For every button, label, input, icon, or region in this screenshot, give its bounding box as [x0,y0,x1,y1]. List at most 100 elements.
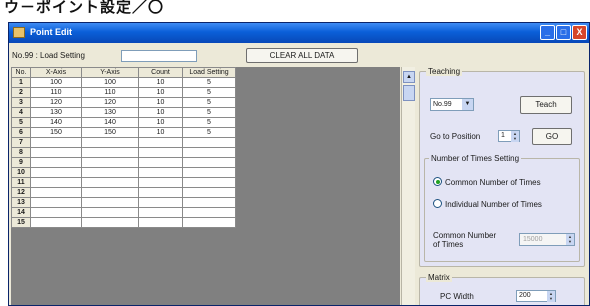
col-header-y-axis[interactable]: Y-Axis [81,67,139,78]
row-number[interactable]: 8 [11,147,31,158]
x-axis-cell[interactable]: 110 [30,87,82,98]
go-to-position-input[interactable]: 1 ▲ ▼ [498,130,520,142]
table-row[interactable]: 5 140 140 10 5 [11,117,236,128]
point-select[interactable]: No.99 ▼ [430,98,474,111]
x-axis-cell[interactable] [30,137,82,148]
col-header-load-setting[interactable]: Load Setting [182,67,236,78]
col-header-count[interactable]: Count [138,67,183,78]
y-axis-cell[interactable] [81,177,139,188]
row-number[interactable]: 7 [11,137,31,148]
table-row[interactable]: 13 [11,197,236,208]
count-cell[interactable] [138,217,183,228]
load-setting-cell[interactable] [182,187,236,198]
table-row[interactable]: 11 [11,177,236,188]
row-number[interactable]: 12 [11,187,31,198]
radio-individual-times[interactable]: Individual Number of Times [433,199,542,209]
count-cell[interactable]: 10 [138,117,183,128]
clear-all-data-button[interactable]: CLEAR ALL DATA [246,48,358,63]
y-axis-cell[interactable]: 130 [81,107,139,118]
row-number[interactable]: 10 [11,167,31,178]
table-row[interactable]: 15 [11,217,236,228]
row-number[interactable]: 13 [11,197,31,208]
common-count-input[interactable]: 15000 ▲ ▼ [519,233,575,246]
spin-arrows-icon[interactable]: ▲ ▼ [511,131,519,142]
table-row[interactable]: 8 [11,147,236,158]
y-axis-cell[interactable] [81,197,139,208]
row-number[interactable]: 11 [11,177,31,188]
load-setting-cell[interactable] [182,177,236,188]
row-number[interactable]: 9 [11,157,31,168]
row-number[interactable]: 4 [11,107,31,118]
load-setting-cell[interactable] [182,197,236,208]
table-row[interactable]: 14 [11,207,236,218]
count-cell[interactable]: 10 [138,127,183,138]
count-cell[interactable]: 10 [138,97,183,108]
x-axis-cell[interactable] [30,167,82,178]
x-axis-cell[interactable] [30,187,82,198]
x-axis-cell[interactable]: 100 [30,77,82,88]
x-axis-cell[interactable] [30,147,82,158]
count-cell[interactable] [138,177,183,188]
count-cell[interactable]: 10 [138,77,183,88]
y-axis-cell[interactable]: 110 [81,87,139,98]
count-cell[interactable] [138,157,183,168]
load-setting-cell[interactable] [182,147,236,158]
row-number[interactable]: 5 [11,117,31,128]
y-axis-cell[interactable] [81,147,139,158]
count-cell[interactable]: 10 [138,87,183,98]
row-number[interactable]: 3 [11,97,31,108]
y-axis-cell[interactable]: 150 [81,127,139,138]
x-axis-cell[interactable]: 150 [30,127,82,138]
row-number[interactable]: 14 [11,207,31,218]
col-header-x-axis[interactable]: X-Axis [30,67,82,78]
table-row[interactable]: 4 130 130 10 5 [11,107,236,118]
scroll-up-icon[interactable]: ▲ [403,71,415,83]
y-axis-cell[interactable] [81,217,139,228]
load-setting-cell[interactable] [182,157,236,168]
count-cell[interactable]: 10 [138,107,183,118]
count-cell[interactable] [138,137,183,148]
y-axis-cell[interactable] [81,167,139,178]
matrix-width-input[interactable]: 200 ▲ ▼ [516,290,556,302]
y-axis-cell[interactable] [81,137,139,148]
go-button[interactable]: GO [532,128,572,145]
table-row[interactable]: 1 100 100 10 5 [11,77,236,88]
load-setting-cell[interactable]: 5 [182,107,236,118]
x-axis-cell[interactable] [30,197,82,208]
load-setting-cell[interactable] [182,207,236,218]
count-cell[interactable] [138,207,183,218]
count-cell[interactable] [138,167,183,178]
table-row[interactable]: 9 [11,157,236,168]
load-setting-cell[interactable] [182,167,236,178]
count-cell[interactable] [138,187,183,198]
scroll-thumb[interactable] [403,85,415,101]
load-setting-cell[interactable]: 5 [182,77,236,88]
x-axis-cell[interactable]: 120 [30,97,82,108]
x-axis-cell[interactable]: 130 [30,107,82,118]
y-axis-cell[interactable]: 140 [81,117,139,128]
radio-selected-icon[interactable] [433,177,442,186]
table-row[interactable]: 2 110 110 10 5 [11,87,236,98]
load-setting-input[interactable] [121,50,197,62]
maximize-button[interactable]: □ [556,25,571,40]
load-setting-cell[interactable] [182,137,236,148]
load-setting-cell[interactable]: 5 [182,97,236,108]
radio-common-times[interactable]: Common Number of Times [433,177,541,187]
x-axis-cell[interactable] [30,177,82,188]
radio-unselected-icon[interactable] [433,199,442,208]
table-row[interactable]: 10 [11,167,236,178]
close-button[interactable]: X [572,25,587,40]
table-row[interactable]: 12 [11,187,236,198]
load-setting-cell[interactable]: 5 [182,87,236,98]
table-row[interactable]: 7 [11,137,236,148]
table-row[interactable]: 3 120 120 10 5 [11,97,236,108]
width-spin-icon[interactable]: ▲ ▼ [547,291,555,302]
title-bar[interactable]: Point Edit _ □ X [9,23,589,43]
x-axis-cell[interactable] [30,207,82,218]
grid-scrollbar[interactable]: ▲ [401,67,416,305]
row-number[interactable]: 6 [11,127,31,138]
x-axis-cell[interactable] [30,157,82,168]
row-number[interactable]: 1 [11,77,31,88]
y-axis-cell[interactable] [81,207,139,218]
x-axis-cell[interactable] [30,217,82,228]
